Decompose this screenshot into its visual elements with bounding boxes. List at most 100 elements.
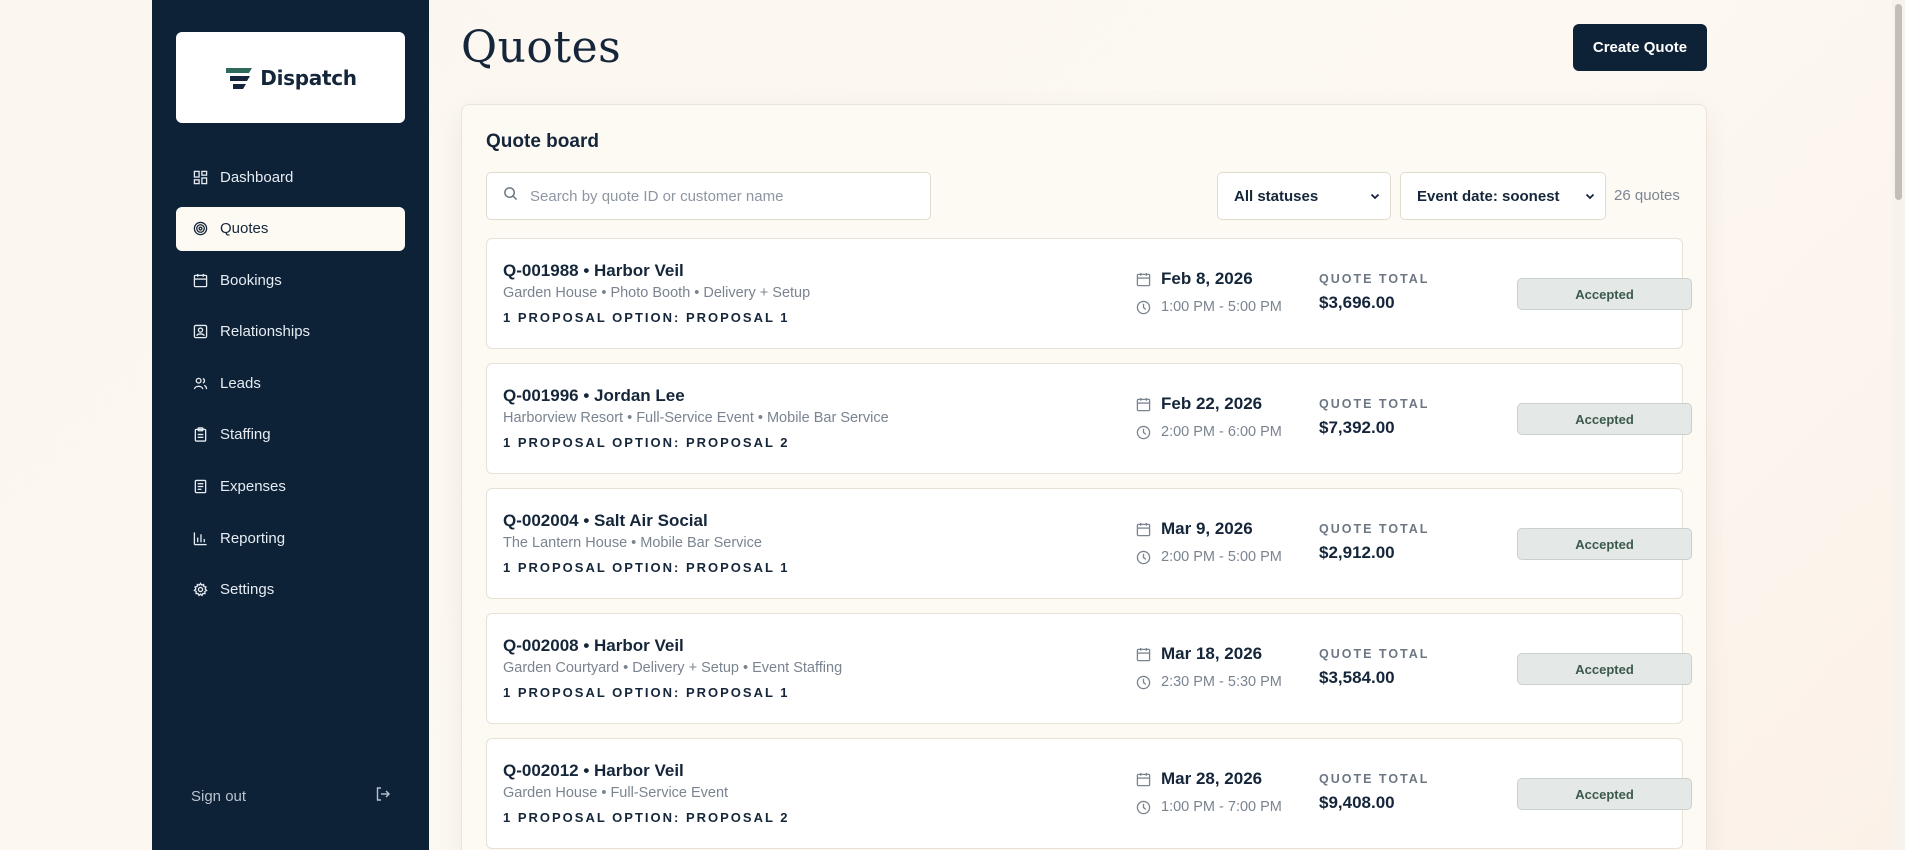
quote-details: The Lantern House • Mobile Bar Service	[503, 535, 762, 551]
quote-row[interactable]: Q-002004 • Salt Air Social The Lantern H…	[486, 488, 1692, 599]
quote-details: Garden House • Photo Booth • Delivery + …	[503, 285, 811, 301]
quote-row[interactable]: Q-001996 • Jordan Lee Harborview Resort …	[486, 363, 1692, 474]
quote-board: Quote board All statuses Event date: soo…	[461, 104, 1707, 850]
event-date: Feb 8, 2026	[1135, 269, 1253, 289]
clipboard-icon	[192, 427, 208, 443]
quote-row[interactable]: Q-001988 • Harbor Veil Garden House • Ph…	[486, 238, 1692, 349]
calendar-icon	[1135, 271, 1151, 287]
proposal-option: 1 PROPOSAL OPTION: PROPOSAL 1	[503, 685, 790, 700]
event-date: Mar 28, 2026	[1135, 769, 1262, 789]
bar-chart-icon	[192, 530, 208, 546]
event-time-text: 2:00 PM - 6:00 PM	[1161, 424, 1282, 440]
create-quote-button[interactable]: Create Quote	[1573, 24, 1707, 71]
quote-total-label: QUOTE TOTAL	[1319, 522, 1430, 536]
contact-card-icon	[192, 324, 208, 340]
sidebar-item-label: Expenses	[220, 478, 286, 496]
sidebar-item-reporting[interactable]: Reporting	[176, 516, 405, 560]
chevron-down-icon	[1370, 188, 1380, 205]
sidebar-nav: Dashboard Quotes Bookings Relationships …	[176, 155, 405, 619]
proposal-option: 1 PROPOSAL OPTION: PROPOSAL 1	[503, 310, 790, 325]
status-filter-value: All statuses	[1234, 187, 1319, 205]
logo-text: Dispatch	[260, 65, 357, 90]
sidebar-item-leads[interactable]: Leads	[176, 361, 405, 405]
quote-title: Q-002004 • Salt Air Social	[503, 511, 708, 530]
sidebar-item-label: Dashboard	[220, 168, 294, 186]
event-date-text: Feb 8, 2026	[1161, 269, 1253, 288]
quote-total-label: QUOTE TOTAL	[1319, 772, 1430, 786]
proposal-option: 1 PROPOSAL OPTION: PROPOSAL 1	[503, 560, 790, 575]
sidebar-item-label: Leads	[220, 374, 261, 392]
quote-title: Q-002012 • Harbor Veil	[503, 761, 684, 780]
sign-out-button[interactable]: Sign out	[191, 785, 391, 807]
logout-icon	[375, 786, 391, 806]
quote-title: Q-002008 • Harbor Veil	[503, 636, 684, 655]
page-scrollbar[interactable]	[1892, 0, 1905, 850]
sidebar-item-dashboard[interactable]: Dashboard	[176, 155, 405, 199]
calendar-icon	[1135, 646, 1151, 662]
sidebar-item-quotes[interactable]: Quotes	[176, 206, 405, 251]
target-icon	[192, 221, 208, 237]
clock-icon	[1135, 549, 1151, 565]
search-input[interactable]	[530, 187, 910, 205]
gear-icon	[192, 582, 208, 598]
proposal-option: 1 PROPOSAL OPTION: PROPOSAL 2	[503, 810, 790, 825]
event-date-text: Mar 9, 2026	[1161, 519, 1253, 538]
page-title: Quotes	[461, 22, 622, 73]
sidebar-item-settings[interactable]: Settings	[176, 568, 405, 612]
event-date-text: Mar 28, 2026	[1161, 769, 1263, 788]
sidebar-item-label: Bookings	[220, 271, 282, 289]
logo-card[interactable]: Dispatch	[176, 32, 405, 123]
quote-count: 26 quotes	[1614, 187, 1680, 204]
sidebar-item-label: Relationships	[220, 323, 311, 341]
clock-icon	[1135, 674, 1151, 690]
sidebar-item-expenses[interactable]: Expenses	[176, 465, 405, 509]
proposal-option: 1 PROPOSAL OPTION: PROPOSAL 2	[503, 435, 790, 450]
quote-details: Garden House • Full-Service Event	[503, 785, 729, 801]
sort-select[interactable]: Event date: soonest	[1400, 172, 1606, 220]
status-filter-select[interactable]: All statuses	[1217, 172, 1391, 220]
status-badge: Accepted	[1517, 653, 1692, 685]
search-box[interactable]	[486, 172, 931, 220]
chevron-down-icon	[1585, 188, 1595, 205]
calendar-icon	[1135, 521, 1151, 537]
quote-title: Q-001996 • Jordan Lee	[503, 386, 685, 405]
calendar-icon	[1135, 396, 1151, 412]
event-date: Mar 18, 2026	[1135, 644, 1262, 664]
quote-total-label: QUOTE TOTAL	[1319, 647, 1430, 661]
quote-total-value: $7,392.00	[1319, 418, 1395, 437]
sidebar-item-bookings[interactable]: Bookings	[176, 258, 405, 302]
sidebar-item-label: Quotes	[220, 220, 269, 238]
status-badge: Accepted	[1517, 528, 1692, 560]
status-badge: Accepted	[1517, 278, 1692, 310]
quote-details: Harborview Resort • Full-Service Event •…	[503, 410, 889, 426]
clock-icon	[1135, 799, 1151, 815]
calendar-icon	[1135, 771, 1151, 787]
scrollbar-thumb[interactable]	[1895, 4, 1902, 200]
search-icon	[503, 186, 518, 206]
event-time: 2:00 PM - 5:00 PM	[1135, 549, 1282, 565]
quote-total-value: $3,584.00	[1319, 668, 1395, 687]
quote-row[interactable]: Q-002008 • Harbor Veil Garden Courtyard …	[486, 613, 1692, 724]
quote-total-value: $9,408.00	[1319, 793, 1395, 812]
sidebar-item-staffing[interactable]: Staffing	[176, 413, 405, 457]
users-icon	[192, 375, 208, 391]
receipt-icon	[192, 479, 208, 495]
sidebar: Dispatch Dashboard Quotes Bookings Relat…	[152, 0, 429, 850]
dispatch-logo-icon	[226, 67, 253, 89]
event-date-text: Mar 18, 2026	[1161, 644, 1263, 663]
quote-details: Garden Courtyard • Delivery + Setup • Ev…	[503, 660, 843, 676]
event-time-text: 2:30 PM - 5:30 PM	[1161, 674, 1282, 690]
event-time-text: 1:00 PM - 7:00 PM	[1161, 799, 1282, 815]
sign-out-label: Sign out	[191, 787, 247, 805]
sidebar-item-relationships[interactable]: Relationships	[176, 310, 405, 354]
quote-total-value: $2,912.00	[1319, 543, 1395, 562]
quote-row[interactable]: Q-002012 • Harbor Veil Garden House • Fu…	[486, 738, 1692, 849]
sidebar-item-label: Settings	[220, 581, 275, 599]
event-time: 1:00 PM - 7:00 PM	[1135, 799, 1282, 815]
event-date-text: Feb 22, 2026	[1161, 394, 1263, 413]
event-date: Mar 9, 2026	[1135, 519, 1253, 539]
clock-icon	[1135, 424, 1151, 440]
event-time-text: 1:00 PM - 5:00 PM	[1161, 299, 1282, 315]
sidebar-item-label: Reporting	[220, 529, 286, 547]
clock-icon	[1135, 299, 1151, 315]
